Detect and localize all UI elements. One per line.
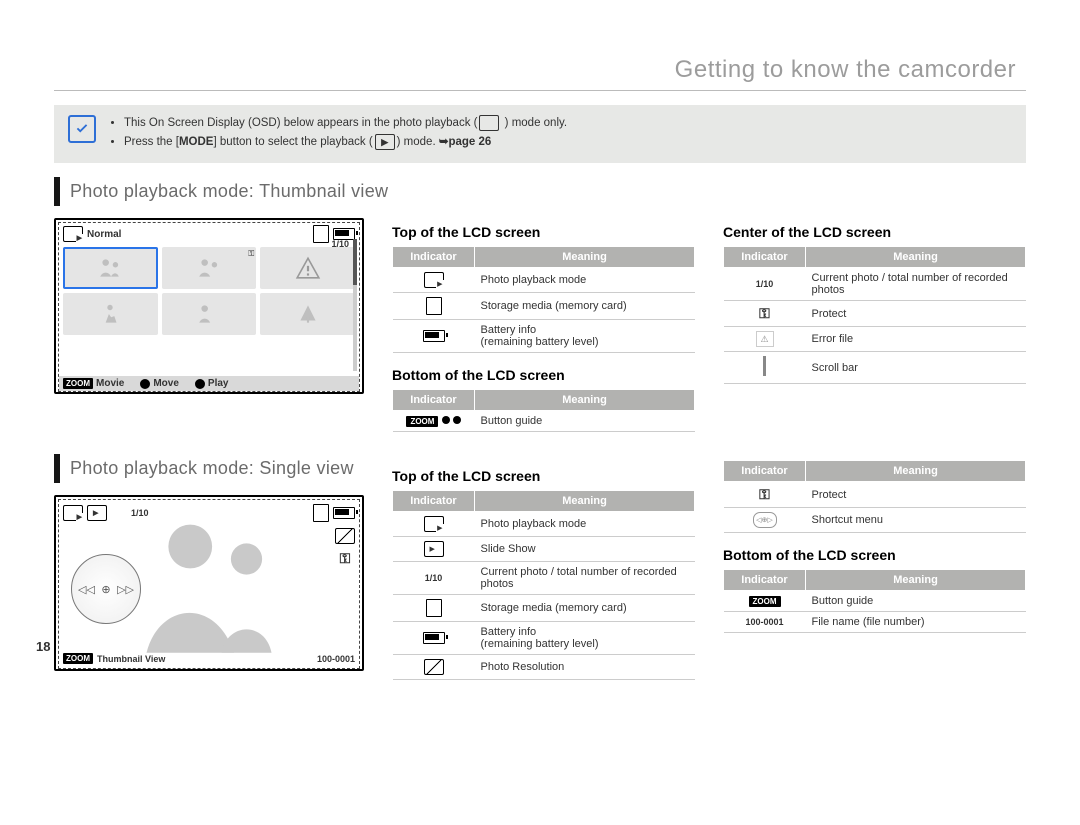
sub-heading: Bottom of the LCD screen (723, 547, 1026, 563)
counter-indicator: 1/10 (756, 279, 774, 289)
sub-heading: Top of the LCD screen (392, 224, 695, 240)
counter: 1/10 (131, 508, 149, 518)
table-top-lcd-2-left: IndicatorMeaning Photo playback mode Sli… (392, 490, 695, 680)
lcd-normal-label: Normal (87, 229, 121, 240)
note-line-1: This On Screen Display (OSD) below appea… (124, 115, 1012, 131)
zoom-icon: ZOOM (406, 416, 438, 427)
sub-heading: Bottom of the LCD screen (392, 367, 695, 383)
slideshow-icon (424, 541, 444, 557)
protect-icon: ⚿ (759, 305, 770, 321)
page-title: Getting to know the camcorder (54, 56, 1026, 91)
table-bottom-lcd-2: IndicatorMeaning ZOOMButton guide 100-00… (723, 569, 1026, 633)
photo-mode-icon (424, 516, 444, 532)
card-icon (313, 225, 329, 243)
zoom-badge: ZOOM (63, 653, 93, 664)
lcd-thumbnail-mock: Normal 1/10 ⚿ (54, 218, 364, 394)
key-icon: ⚿ (248, 249, 254, 259)
photo-mode-icon (424, 272, 444, 288)
table-top-lcd-1: IndicatorMeaning Photo playback mode Sto… (392, 246, 695, 353)
play-icon (195, 379, 205, 389)
lcd-single-mock: 1/10 ⚿ ◁◁⊕▷▷ ZOOM Thumbnail View 100-0001 (54, 495, 364, 671)
table-bottom-lcd-1: IndicatorMeaning ZOOM Button guide (392, 389, 695, 432)
check-icon (68, 115, 96, 143)
page-number: 18 (36, 639, 50, 654)
sub-heading: Center of the LCD screen (723, 224, 1026, 240)
thumbnail-item: ⚿ (162, 247, 257, 289)
thumbnail-item (260, 293, 355, 335)
sub-heading: Top of the LCD screen (392, 468, 695, 484)
table-top-lcd-2-right: IndicatorMeaning ⚿Protect ◁⊕▷Shortcut me… (723, 460, 1026, 533)
scroll-bar-icon (763, 356, 766, 376)
playback-mode-icon: ▶ (375, 134, 395, 150)
photo-mode-icon (479, 115, 499, 131)
counter-indicator: 1/10 (425, 573, 443, 583)
thumbnail-selected (63, 247, 158, 289)
error-icon: ⚠ (756, 331, 774, 347)
thumbnail-view-label: Thumbnail View (97, 654, 165, 664)
protect-icon: ⚿ (340, 550, 351, 567)
file-number-indicator: 100-0001 (745, 617, 783, 627)
thumbnail-item (162, 293, 257, 335)
zoom-badge: ZOOM (63, 378, 93, 389)
shortcut-dial-icon: ◁⊕▷ (753, 512, 777, 528)
battery-icon (423, 330, 445, 342)
note-line-2: Press the [MODE] button to select the pl… (124, 134, 1012, 150)
card-icon (426, 297, 442, 315)
card-icon (426, 599, 442, 617)
section-heading-thumbnail: Photo playback mode: Thumbnail view (54, 177, 1026, 206)
slideshow-icon (87, 505, 107, 521)
move-icon (140, 379, 150, 389)
thumbnail-item (63, 293, 158, 335)
protect-icon: ⚿ (759, 486, 770, 502)
battery-icon (333, 507, 355, 519)
photo-mode-icon (63, 226, 83, 242)
filename: 100-0001 (317, 654, 355, 664)
photo-mode-icon (63, 505, 83, 521)
battery-icon (423, 632, 445, 644)
note-box: This On Screen Display (OSD) below appea… (54, 105, 1026, 163)
scroll-bar (353, 239, 357, 371)
section-heading-single: Photo playback mode: Single view (54, 454, 364, 483)
zoom-icon: ZOOM (749, 596, 781, 607)
table-center-lcd: IndicatorMeaning 1/10Current photo / tot… (723, 246, 1026, 384)
card-icon (313, 504, 329, 522)
thumbnail-error (260, 247, 355, 289)
resolution-icon (424, 659, 444, 675)
shortcut-dial: ◁◁⊕▷▷ (71, 554, 141, 624)
resolution-icon (335, 528, 355, 544)
